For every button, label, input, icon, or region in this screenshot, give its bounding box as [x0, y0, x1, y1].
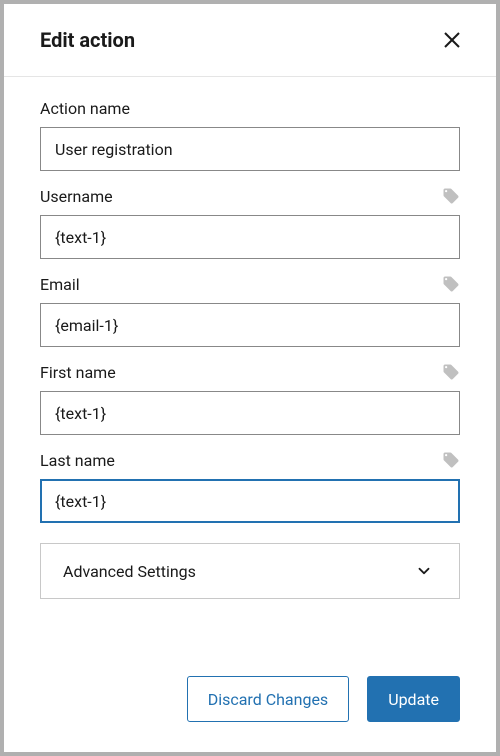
first-name-field: First name [40, 361, 460, 435]
update-button[interactable]: Update [367, 676, 460, 722]
panel-body: Action name Username Email [4, 77, 496, 650]
last-name-input[interactable] [40, 479, 460, 523]
last-name-label: Last name [40, 451, 115, 470]
chevron-down-icon [415, 562, 433, 580]
username-input[interactable] [40, 215, 460, 259]
panel-title: Edit action [40, 28, 135, 52]
username-label: Username [40, 187, 113, 206]
close-icon [443, 31, 461, 49]
tag-icon[interactable] [442, 187, 460, 205]
email-input[interactable] [40, 303, 460, 347]
panel-header: Edit action [4, 4, 496, 77]
username-field: Username [40, 185, 460, 259]
first-name-input[interactable] [40, 391, 460, 435]
email-label: Email [40, 275, 80, 294]
panel-footer: Discard Changes Update [4, 650, 496, 752]
advanced-settings-label: Advanced Settings [63, 562, 196, 581]
close-button[interactable] [438, 26, 466, 54]
action-name-input[interactable] [40, 127, 460, 171]
discard-changes-button[interactable]: Discard Changes [187, 676, 349, 722]
action-name-field: Action name [40, 97, 460, 171]
edit-action-panel: Edit action Action name Username Email [4, 4, 496, 752]
email-field: Email [40, 273, 460, 347]
tag-icon[interactable] [442, 363, 460, 381]
tag-icon[interactable] [442, 275, 460, 293]
advanced-settings-accordion[interactable]: Advanced Settings [40, 543, 460, 599]
tag-icon[interactable] [442, 451, 460, 469]
action-name-label: Action name [40, 99, 130, 118]
last-name-field: Last name [40, 449, 460, 523]
first-name-label: First name [40, 363, 116, 382]
